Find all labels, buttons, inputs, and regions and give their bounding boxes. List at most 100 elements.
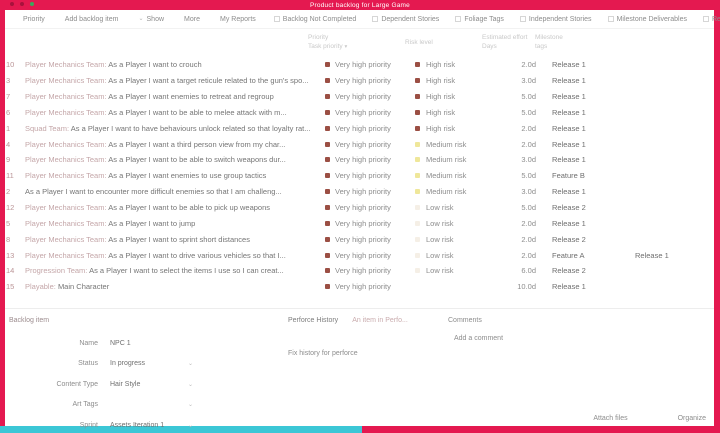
milestone-tags-cell[interactable]: Release 1 <box>538 219 714 228</box>
risk-cell[interactable]: Medium risk <box>415 187 495 196</box>
attach-files-button[interactable]: Attach files <box>593 415 627 422</box>
table-row[interactable]: 13Player Mechanics Team: As a Player I w… <box>5 247 714 263</box>
table-row[interactable]: 10Player Mechanics Team: As a Player I w… <box>5 57 714 73</box>
risk-cell[interactable]: High risk <box>415 92 495 101</box>
risk-cell[interactable]: Low risk <box>415 235 495 244</box>
priority-cell[interactable]: Very high priority <box>325 140 415 149</box>
field-value[interactable]: NPC 1 <box>110 340 188 347</box>
column-header-milestone[interactable]: Milestone tags <box>535 34 563 51</box>
milestone-tags-cell[interactable]: Release 1 <box>538 76 714 85</box>
milestone-tags-cell[interactable]: Release 1 <box>538 155 714 164</box>
milestone-tags-cell[interactable]: Feature ARelease 1 <box>538 251 714 260</box>
milestone-tags-cell[interactable]: Release 2 <box>538 235 714 244</box>
field-value[interactable]: Hair Style <box>110 381 188 388</box>
milestone-tags-cell[interactable]: Release 2 <box>538 266 714 275</box>
column-header-effort[interactable]: Estimated effort Days <box>482 34 527 51</box>
milestone-tag: Release 1 <box>552 92 586 101</box>
priority-cell[interactable]: Very high priority <box>325 282 415 291</box>
risk-cell[interactable]: Low risk <box>415 219 495 228</box>
item-name-cell: Player Mechanics Team: As a Player I wan… <box>21 155 325 164</box>
column-header-priority[interactable]: Priority Task priority ▾ <box>308 34 347 51</box>
add-comment-button[interactable]: Add a comment <box>448 335 503 342</box>
risk-cell[interactable]: High risk <box>415 76 495 85</box>
organize-button[interactable]: Organize <box>678 415 706 422</box>
toggle-release-1-status[interactable]: Release 1 Status <box>695 16 720 23</box>
field-value[interactable]: In progress <box>110 360 188 367</box>
estimated-days: 2.0d <box>495 124 538 133</box>
table-row[interactable]: 14Progression Team: As a Player I want t… <box>5 263 714 279</box>
risk-cell[interactable]: Low risk <box>415 251 495 260</box>
priority-cell[interactable]: Very high priority <box>325 60 415 69</box>
risk-cell[interactable]: Low risk <box>415 203 495 212</box>
table-row[interactable]: 1Squad Team: As a Player I want to have … <box>5 120 714 136</box>
menu-add-backlog-item[interactable]: Add backlog item <box>55 16 129 23</box>
perforce-item-link[interactable]: An item in Perfo... <box>352 317 408 324</box>
priority-cell[interactable]: Very high priority <box>325 92 415 101</box>
table-row[interactable]: 4Player Mechanics Team: As a Player I wa… <box>5 136 714 152</box>
table-row[interactable]: 5Player Mechanics Team: As a Player I wa… <box>5 215 714 231</box>
priority-cell[interactable]: Very high priority <box>325 266 415 275</box>
risk-cell[interactable]: Medium risk <box>415 140 495 149</box>
menu-more[interactable]: More <box>174 16 210 23</box>
item-name-cell: Player Mechanics Team: As a Player I wan… <box>21 171 325 180</box>
table-row[interactable]: 3Player Mechanics Team: As a Player I wa… <box>5 73 714 89</box>
toggle-milestone-deliverables[interactable]: Milestone Deliverables <box>600 16 695 23</box>
priority-cell[interactable]: Very high priority <box>325 124 415 133</box>
checkbox-icon <box>703 16 709 22</box>
table-row[interactable]: 7Player Mechanics Team: As a Player I wa… <box>5 89 714 105</box>
menu-my-reports[interactable]: My Reports <box>210 16 266 23</box>
toggle-independent-stories[interactable]: Independent Stories <box>512 16 600 23</box>
table-row[interactable]: 12Player Mechanics Team: As a Player I w… <box>5 200 714 216</box>
chevron-down-icon[interactable]: ⌄ <box>188 381 193 388</box>
milestone-tags-cell[interactable]: Release 1 <box>538 108 714 117</box>
toggle-label: Release 1 Status <box>712 16 720 23</box>
table-row[interactable]: 8Player Mechanics Team: As a Player I wa… <box>5 231 714 247</box>
risk-cell[interactable]: High risk <box>415 60 495 69</box>
priority-cell[interactable]: Very high priority <box>325 187 415 196</box>
priority-cell[interactable]: Very high priority <box>325 219 415 228</box>
priority-cell[interactable]: Very high priority <box>325 235 415 244</box>
risk-label: Low risk <box>426 219 454 228</box>
item-title: As a Player I want to crouch <box>108 60 201 69</box>
estimated-days: 3.0d <box>495 76 538 85</box>
milestone-tags-cell[interactable]: Feature B <box>538 171 714 180</box>
risk-cell[interactable]: Medium risk <box>415 155 495 164</box>
priority-cell[interactable]: Very high priority <box>325 251 415 260</box>
risk-cell[interactable] <box>415 284 495 289</box>
table-row[interactable]: 9Player Mechanics Team: As a Player I wa… <box>5 152 714 168</box>
toggle-dependent-stories[interactable]: Dependent Stories <box>364 16 447 23</box>
toggle-backlog-not-completed[interactable]: Backlog Not Completed <box>266 16 365 23</box>
item-name-cell: Squad Team: As a Player I want to have b… <box>21 124 325 133</box>
field-value[interactable]: Assets Iteration 1 <box>110 422 188 429</box>
priority-icon <box>325 221 330 226</box>
menu-priority[interactable]: Priority <box>13 16 55 23</box>
toggle-foliage-tags[interactable]: Foliage Tags <box>447 16 512 23</box>
table-row[interactable]: 6Player Mechanics Team: As a Player I wa… <box>5 105 714 121</box>
menu-show[interactable]: ⌄Show <box>128 16 174 23</box>
row-number: 3 <box>5 76 21 85</box>
risk-cell[interactable]: High risk <box>415 124 495 133</box>
table-row[interactable]: 15Playable: Main CharacterVery high prio… <box>5 279 714 295</box>
column-header-risk[interactable]: Risk level <box>405 39 433 48</box>
milestone-tags-cell[interactable]: Release 1 <box>538 140 714 149</box>
milestone-tags-cell[interactable]: Release 1 <box>538 92 714 101</box>
table-row[interactable]: 2As a Player I want to encounter more di… <box>5 184 714 200</box>
priority-cell[interactable]: Very high priority <box>325 108 415 117</box>
priority-cell[interactable]: Very high priority <box>325 76 415 85</box>
window-controls[interactable] <box>10 2 34 6</box>
table-row[interactable]: 11Player Mechanics Team: As a Player I w… <box>5 168 714 184</box>
risk-cell[interactable]: High risk <box>415 108 495 117</box>
chevron-down-icon[interactable]: ⌄ <box>188 422 193 429</box>
chevron-down-icon[interactable]: ⌄ <box>188 360 193 367</box>
milestone-tags-cell[interactable]: Release 1 <box>538 282 714 291</box>
priority-cell[interactable]: Very high priority <box>325 171 415 180</box>
milestone-tags-cell[interactable]: Release 2 <box>538 203 714 212</box>
milestone-tags-cell[interactable]: Release 1 <box>538 60 714 69</box>
milestone-tags-cell[interactable]: Release 1 <box>538 187 714 196</box>
chevron-down-icon[interactable]: ⌄ <box>188 401 193 408</box>
risk-cell[interactable]: Medium risk <box>415 171 495 180</box>
milestone-tags-cell[interactable]: Release 1 <box>538 124 714 133</box>
priority-cell[interactable]: Very high priority <box>325 203 415 212</box>
priority-cell[interactable]: Very high priority <box>325 155 415 164</box>
risk-cell[interactable]: Low risk <box>415 266 495 275</box>
